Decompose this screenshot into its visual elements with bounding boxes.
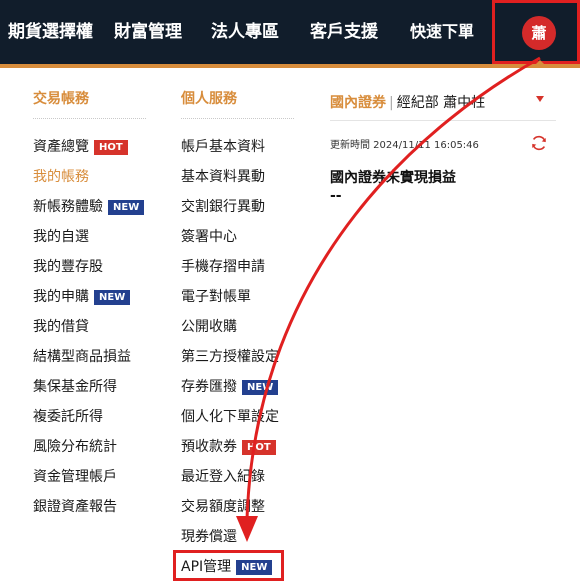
menu-item-label: 最近登入紀錄 <box>181 469 265 485</box>
menu-item-label: 交易額度調整 <box>181 499 265 515</box>
user-avatar-button[interactable]: 蕭 <box>522 16 556 50</box>
menu-item[interactable]: 我的借貸 <box>33 316 89 338</box>
menu-item[interactable]: 資金管理帳戶 <box>33 466 117 488</box>
menu-item[interactable]: 個人化下單設定 <box>181 406 279 428</box>
menu-item-label: 現券償還 <box>181 529 237 545</box>
menu-item-label: 我的自選 <box>33 229 89 245</box>
account-dropdown-icon[interactable] <box>536 96 544 102</box>
new-badge: NEW <box>242 380 279 395</box>
nav-accent-bar <box>0 64 580 68</box>
api-management-highlight <box>173 550 284 581</box>
menu-item-label: 結構型商品損益 <box>33 349 131 365</box>
personal-column-title: 個人服務 <box>181 91 237 107</box>
menu-item-label: 我的申購 <box>33 289 89 305</box>
menu-item-label: 帳戶基本資料 <box>181 139 265 155</box>
nav-customer-support[interactable]: 客戶支援 <box>310 0 378 64</box>
unrealized-pnl-title: 國內證券未實現損益 <box>330 170 456 186</box>
menu-item-label: 個人化下單設定 <box>181 409 279 425</box>
hot-badge: HOT <box>94 140 128 155</box>
separator: | <box>389 95 394 111</box>
nav-wealth-management[interactable]: 財富管理 <box>114 0 182 64</box>
menu-item[interactable]: 預收款券 HOT <box>181 436 276 458</box>
account-name: 經紀部 蕭中柱 <box>396 95 486 111</box>
menu-item-label: 我的豐存股 <box>33 259 103 275</box>
nav-quick-order[interactable]: 快速下單 <box>410 0 474 64</box>
menu-item-label: 集保基金所得 <box>33 379 117 395</box>
menu-item[interactable]: 銀證資產報告 <box>33 496 117 518</box>
new-badge: NEW <box>108 200 145 215</box>
menu-item[interactable]: 電子對帳單 <box>181 286 251 308</box>
menu-item[interactable]: 交易額度調整 <box>181 496 265 518</box>
menu-item-label: 存券匯撥 <box>181 379 237 395</box>
menu-item[interactable]: 第三方授權設定 <box>181 346 279 368</box>
menu-item-label: 第三方授權設定 <box>181 349 279 365</box>
menu-item-label: 公開收購 <box>181 319 237 335</box>
unrealized-pnl-value: -- <box>330 188 342 204</box>
menu-item[interactable]: 我的帳務 <box>33 166 89 188</box>
menu-item[interactable]: 基本資料異動 <box>181 166 265 188</box>
menu-item[interactable]: 公開收購 <box>181 316 237 338</box>
refresh-icon[interactable] <box>530 134 548 152</box>
trading-column-divider <box>33 118 146 119</box>
top-nav-bar: 期貨選擇權 財富管理 法人專區 客戶支援 快速下單 蕭 <box>0 0 580 64</box>
account-selector[interactable]: 國內證券 | 經紀部 蕭中柱 <box>330 92 485 112</box>
menu-item[interactable]: 集保基金所得 <box>33 376 117 398</box>
trading-column-title: 交易帳務 <box>33 91 89 107</box>
update-timestamp: 更新時間 2024/11/11 16:05:46 <box>330 140 479 151</box>
menu-item-label: 銀證資產報告 <box>33 499 117 515</box>
account-panel-divider <box>330 120 556 121</box>
menu-item[interactable]: 現券償還 <box>181 526 237 548</box>
nav-institutional[interactable]: 法人專區 <box>211 0 279 64</box>
menu-item-label: 風險分布統計 <box>33 439 117 455</box>
menu-item-label: 基本資料異動 <box>181 169 265 185</box>
menu-item-label: 簽署中心 <box>181 229 237 245</box>
menu-item[interactable]: 我的申購 NEW <box>33 286 131 308</box>
nav-futures-options[interactable]: 期貨選擇權 <box>8 0 93 64</box>
menu-item[interactable]: 結構型商品損益 <box>33 346 131 368</box>
menu-item-label: 資產總覽 <box>33 139 89 155</box>
menu-item[interactable]: 手機存摺申請 <box>181 256 265 278</box>
menu-item-label: 手機存摺申請 <box>181 259 265 275</box>
personal-column-divider <box>181 118 294 119</box>
user-menu-highlight: 蕭 <box>492 0 580 64</box>
menu-item[interactable]: 最近登入紀錄 <box>181 466 265 488</box>
menu-item[interactable]: 我的豐存股 <box>33 256 103 278</box>
menu-item[interactable]: 簽署中心 <box>181 226 237 248</box>
menu-item[interactable]: 交割銀行異動 <box>181 196 265 218</box>
menu-item[interactable]: 新帳務體驗 NEW <box>33 196 145 218</box>
new-badge: NEW <box>94 290 131 305</box>
hot-badge: HOT <box>242 440 276 455</box>
menu-item-label: 預收款券 <box>181 439 237 455</box>
menu-item-label: 新帳務體驗 <box>33 199 103 215</box>
menu-item-label: 複委託所得 <box>33 409 103 425</box>
menu-item[interactable]: 帳戶基本資料 <box>181 136 265 158</box>
menu-item[interactable]: 複委託所得 <box>33 406 103 428</box>
menu-item[interactable]: 我的自選 <box>33 226 89 248</box>
menu-item-label: 電子對帳單 <box>181 289 251 305</box>
menu-item-label: 我的借貸 <box>33 319 89 335</box>
dropdown-pointer <box>535 60 545 65</box>
menu-item[interactable]: 資產總覽 HOT <box>33 136 128 158</box>
menu-item-label: 我的帳務 <box>33 169 89 185</box>
menu-item-label: 資金管理帳戶 <box>33 469 117 485</box>
market-label: 國內證券 <box>330 95 386 111</box>
menu-item[interactable]: 風險分布統計 <box>33 436 117 458</box>
menu-item[interactable]: 存券匯撥 NEW <box>181 376 279 398</box>
menu-item-label: 交割銀行異動 <box>181 199 265 215</box>
